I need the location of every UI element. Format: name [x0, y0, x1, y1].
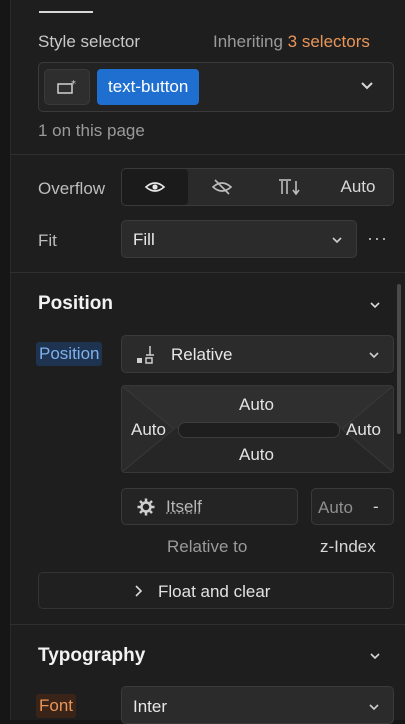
overflow-scroll-button[interactable] — [256, 169, 322, 205]
fit-label: Fit — [38, 231, 57, 250]
scroll-icon — [279, 179, 300, 196]
z-index-label: z-Index — [320, 537, 376, 556]
chevron-down-icon[interactable] — [368, 649, 382, 663]
inheriting-count[interactable]: 3 selectors — [288, 32, 370, 51]
fit-select[interactable]: Fill — [121, 220, 357, 258]
z-index-value: Auto — [318, 498, 353, 517]
position-relative-icon — [134, 345, 156, 365]
divider — [11, 272, 405, 273]
chevron-down-icon[interactable] — [359, 77, 375, 93]
gear-icon — [137, 498, 155, 516]
typography-section-title[interactable]: Typography — [38, 645, 145, 667]
element-state-icon: * — [57, 79, 76, 94]
inheriting-info[interactable]: Inheriting 3 selectors — [213, 32, 370, 52]
overflow-auto-button[interactable]: Auto — [322, 169, 394, 205]
eye-icon — [144, 182, 166, 192]
position-label: Position — [36, 342, 103, 366]
fit-value: Fill — [133, 230, 155, 249]
svg-text:*: * — [71, 79, 76, 90]
float-clear-label: Float and clear — [158, 582, 271, 601]
z-index-field[interactable]: Auto - — [311, 488, 394, 525]
z-index-unit[interactable]: - — [373, 497, 379, 517]
selector-count-note: 1 on this page — [38, 121, 145, 140]
style-panel: Style selector Inheriting 3 selectors * … — [10, 0, 405, 724]
relative-to-field[interactable]: Itself — [121, 488, 298, 525]
selector-state-icon[interactable]: * — [44, 69, 90, 105]
float-clear-toggle[interactable]: Float and clear — [38, 572, 394, 609]
position-select[interactable]: Relative — [121, 335, 394, 373]
offset-right[interactable]: Auto — [346, 420, 381, 440]
active-tab-indicator — [39, 11, 93, 13]
offset-editor: Auto Auto Auto Auto — [121, 385, 394, 473]
relative-to-value: Itself — [166, 497, 202, 516]
chevron-down-icon — [367, 348, 381, 362]
offset-bottom[interactable]: Auto — [239, 445, 274, 465]
chevron-down-icon — [367, 700, 381, 714]
overflow-visible-button[interactable] — [122, 169, 188, 205]
divider — [11, 154, 405, 155]
element-preview-bar — [178, 422, 340, 438]
divider — [11, 624, 405, 625]
offset-top[interactable]: Auto — [239, 395, 274, 415]
scrollbar-thumb[interactable] — [397, 284, 401, 434]
position-section-title[interactable]: Position — [38, 293, 113, 315]
overflow-segmented-control: Auto — [121, 168, 394, 206]
chevron-down-icon — [330, 233, 344, 247]
chevron-down-icon[interactable] — [368, 298, 382, 312]
relative-to-label: Relative to — [167, 537, 248, 556]
position-value: Relative — [171, 345, 233, 364]
overflow-label: Overflow — [38, 179, 106, 198]
eye-off-icon — [211, 179, 233, 195]
overflow-hidden-button[interactable] — [188, 169, 256, 205]
inheriting-prefix: Inheriting — [213, 32, 283, 51]
font-select[interactable]: Inter — [121, 686, 394, 724]
offset-left[interactable]: Auto — [131, 420, 166, 440]
chevron-right-icon — [133, 585, 143, 597]
font-value: Inter — [133, 697, 168, 716]
selector-field[interactable]: * text-button — [38, 62, 394, 112]
style-selector-label: Style selector — [38, 32, 141, 51]
class-chip[interactable]: text-button — [97, 69, 200, 105]
more-options-icon[interactable]: ··· — [367, 228, 388, 249]
font-label: Font — [36, 694, 77, 718]
